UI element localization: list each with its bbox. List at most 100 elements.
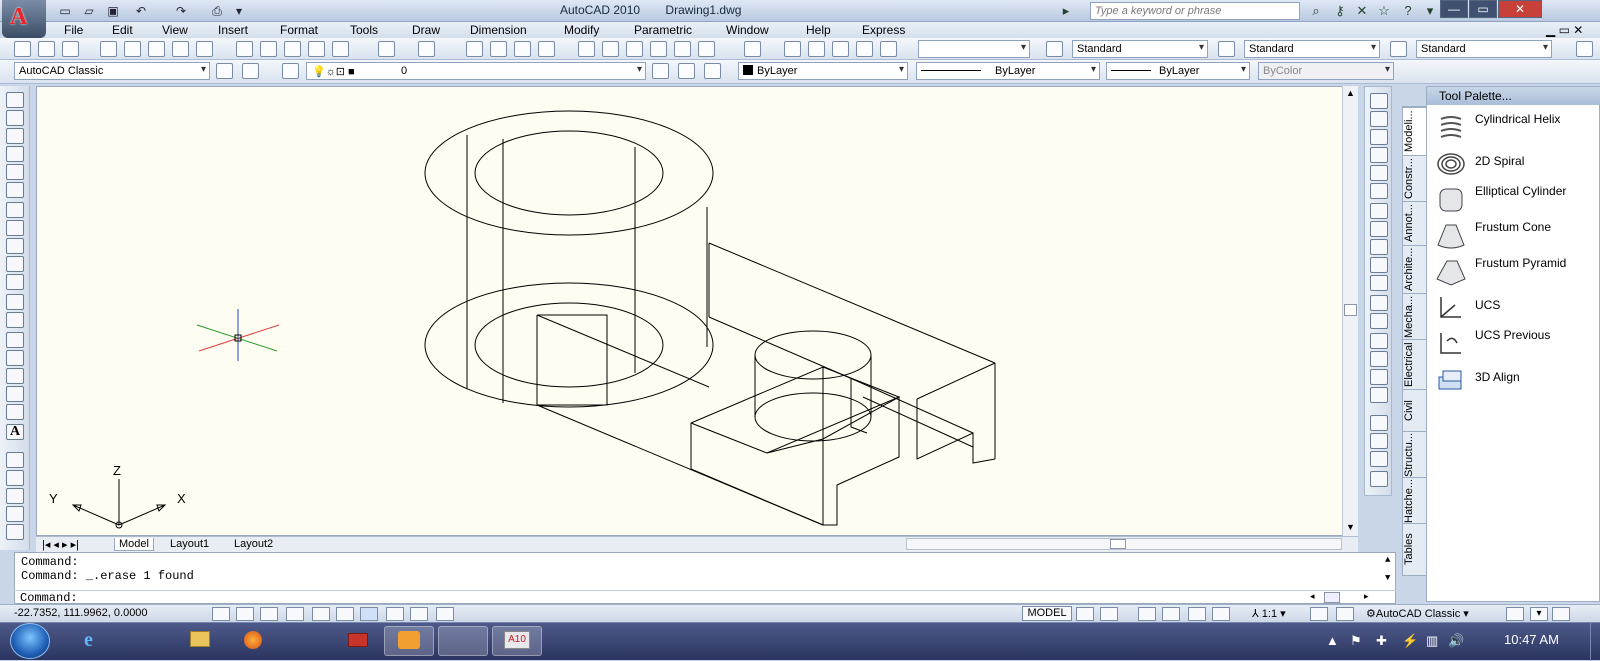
menu-file[interactable]: File [64, 23, 83, 37]
text-style-dropdown[interactable]: Standard [1072, 40, 1208, 58]
3d-object-snap-icon[interactable] [336, 607, 354, 621]
tab-layout2[interactable]: Layout2 [230, 538, 277, 550]
clean-screen-icon[interactable] [1552, 607, 1570, 621]
drawing-canvas[interactable]: Z Y X [36, 86, 1358, 536]
ellipse-icon[interactable] [6, 256, 24, 272]
rectangle-icon[interactable] [6, 164, 24, 180]
show-desktop-button[interactable] [1590, 623, 1600, 661]
maximize-button[interactable]: ▭ [1469, 0, 1497, 18]
fillet-icon[interactable] [1370, 369, 1388, 385]
arc-icon[interactable] [6, 182, 24, 198]
multiline-text-icon[interactable]: A [6, 424, 24, 440]
help-toolbar-icon[interactable] [744, 41, 761, 57]
multileader-style-icon[interactable] [1576, 41, 1593, 57]
showmotion-icon[interactable] [1212, 607, 1230, 621]
paste-icon[interactable] [284, 41, 301, 57]
break-icon[interactable] [1370, 313, 1388, 329]
text-style-icon[interactable] [1046, 41, 1063, 57]
zoom-window-icon[interactable] [514, 41, 531, 57]
layer-tool-icon-3[interactable] [6, 488, 24, 504]
color-dropdown[interactable]: ByLayer [738, 62, 908, 80]
menu-edit[interactable]: Edit [112, 23, 133, 37]
grid-display-icon[interactable] [236, 607, 254, 621]
region-icon[interactable] [6, 386, 24, 402]
save-icon[interactable]: ▣ [104, 2, 122, 20]
undo-toolbar-icon[interactable] [378, 41, 395, 57]
save-file-icon[interactable] [62, 41, 79, 57]
draworder-icon-2[interactable] [1370, 433, 1388, 449]
design-center-icon[interactable] [602, 41, 619, 57]
cmd-hscroll-right-icon[interactable]: ▸ [1364, 591, 1369, 602]
annotation-visibility-icon[interactable] [1310, 607, 1328, 621]
scale-icon[interactable] [1370, 221, 1388, 237]
publish-icon[interactable] [148, 41, 165, 57]
menu-help[interactable]: Help [806, 23, 831, 37]
layer-properties-icon[interactable] [282, 63, 299, 79]
mirror-icon[interactable] [1370, 129, 1388, 145]
open-icon[interactable]: ▱ [80, 2, 98, 20]
view-icon-4[interactable] [856, 41, 873, 57]
menu-express[interactable]: Express [862, 23, 905, 37]
palette-item-spiral[interactable]: 2D Spiral [1433, 147, 1595, 181]
customize-icon[interactable] [242, 63, 259, 79]
redo-icon[interactable]: ↷ [172, 2, 190, 20]
taskbar-app-icon-2[interactable] [124, 626, 174, 656]
palette-item-elliptical-cylinder[interactable]: Elliptical Cylinder [1433, 183, 1595, 217]
layer-tool-icon-4[interactable] [6, 506, 24, 522]
rotate-icon[interactable] [1370, 203, 1388, 219]
palette-tab-modeling[interactable]: Modeli... [1403, 107, 1426, 155]
dynamic-input-icon[interactable] [410, 607, 428, 621]
join-icon[interactable] [1370, 333, 1388, 349]
layer-tool-icon-1[interactable] [6, 452, 24, 468]
view-icon-3[interactable] [832, 41, 849, 57]
zoom-realtime-icon[interactable] [490, 41, 507, 57]
hatch-icon[interactable] [6, 350, 24, 366]
layer-tool-icon-2[interactable] [6, 470, 24, 486]
binoculars-icon[interactable]: ⌕ [1306, 2, 1326, 20]
insert-block-icon[interactable] [6, 294, 24, 310]
print-icon[interactable] [100, 41, 117, 57]
polar-tracking-icon[interactable] [286, 607, 304, 621]
minimize-button[interactable]: — [1440, 0, 1468, 18]
palette-tab-tables[interactable]: Tables [1403, 523, 1426, 575]
palette-item-frustum-cone[interactable]: Frustum Cone [1433, 219, 1595, 253]
zoom-previous-icon[interactable] [538, 41, 555, 57]
menu-tools[interactable]: Tools [350, 23, 378, 37]
auto-add-scales-icon[interactable] [1336, 607, 1354, 621]
search-input[interactable]: Type a keyword or phrase [1090, 2, 1300, 20]
quickcalc-icon[interactable] [698, 41, 715, 57]
explode-icon[interactable] [1370, 387, 1388, 403]
cmd-hscroll-left-icon[interactable]: ◂ [1310, 591, 1315, 602]
break-at-point-icon[interactable] [1370, 295, 1388, 311]
palette-tab-civil[interactable]: Civil [1403, 389, 1426, 431]
extend-icon[interactable] [1370, 275, 1388, 291]
network-icon[interactable]: ▥ [1426, 633, 1438, 649]
trim-icon[interactable] [1370, 257, 1388, 273]
vertical-scrollbar[interactable]: ▲ ▼ [1342, 86, 1358, 536]
object-snap-tracking-icon[interactable] [360, 607, 378, 621]
match-properties-icon[interactable] [308, 41, 325, 57]
dim-style-icon[interactable] [1218, 41, 1235, 57]
3d-dwf-icon[interactable] [172, 41, 189, 57]
chamfer-icon[interactable] [1370, 351, 1388, 367]
polyline-icon[interactable] [6, 128, 24, 144]
help-icon[interactable]: ? [1398, 2, 1418, 20]
power-icon[interactable]: ⚡ [1402, 633, 1418, 649]
table-icon[interactable] [6, 404, 24, 420]
help-dropdown-icon[interactable]: ▾ [1420, 2, 1440, 20]
hscroll-thumb[interactable] [1110, 539, 1126, 549]
tab-nav-arrows-icon[interactable]: |◂ ◂ ▸ ▸| [38, 538, 83, 551]
pan-icon[interactable] [466, 41, 483, 57]
layer-previous-icon[interactable] [678, 63, 695, 79]
explorer-window-icon[interactable] [438, 626, 488, 656]
application-menu-button[interactable]: A [2, 0, 46, 38]
palette-tab-hatches[interactable]: Hatche... [1403, 477, 1426, 523]
subscription-icon[interactable]: ⚷ [1330, 2, 1350, 20]
view-icon-2[interactable] [808, 41, 825, 57]
redo-toolbar-icon[interactable] [418, 41, 435, 57]
palette-tab-electrical[interactable]: Electrical [1403, 339, 1426, 389]
dynamic-ucs-icon[interactable] [386, 607, 404, 621]
tab-layout1[interactable]: Layout1 [166, 538, 213, 550]
draworder-icon-3[interactable] [1370, 451, 1388, 467]
expand-search-icon[interactable]: ▸ [1056, 2, 1076, 20]
